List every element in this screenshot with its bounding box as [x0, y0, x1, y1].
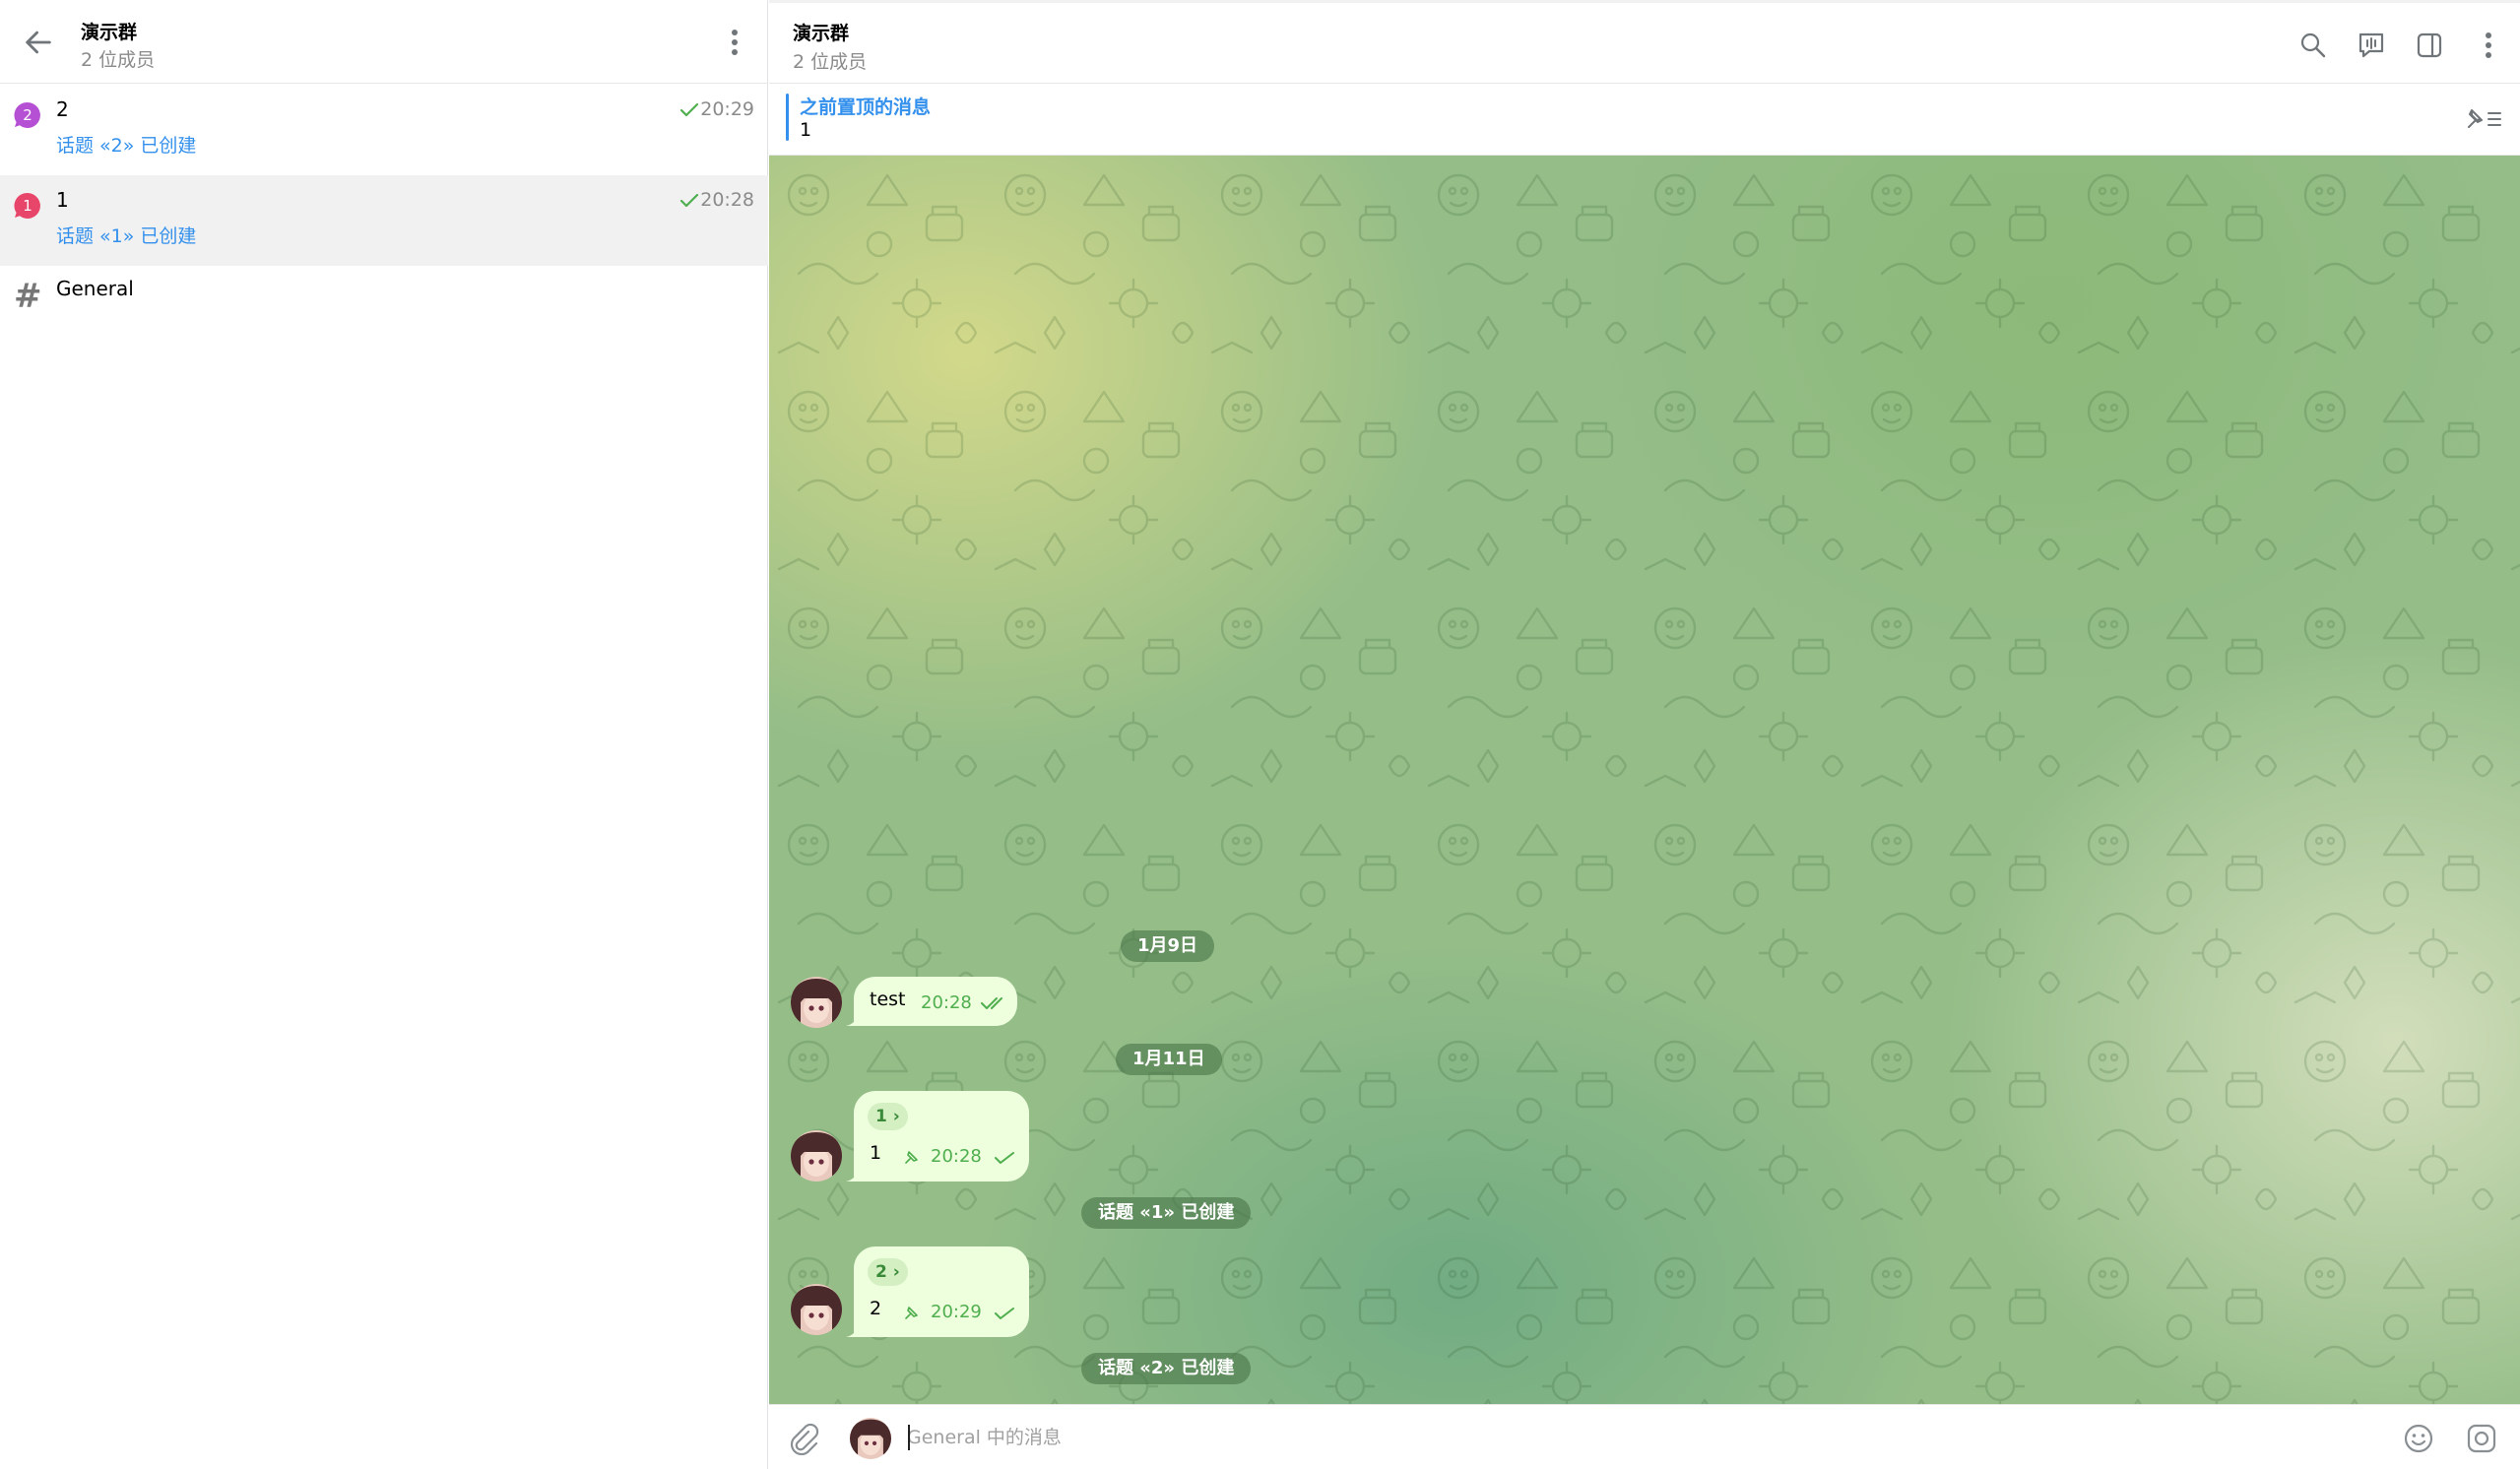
- check-icon: [995, 1152, 1014, 1164]
- chat-background: 1月9日 test 20:28 1月11日 1 › 1 20:28 话题 «1»…: [769, 156, 2520, 1404]
- bubble-tail: [846, 1012, 860, 1026]
- topic-bubble-icon: 1: [14, 192, 40, 219]
- topic-bubble-icon: 2: [14, 101, 40, 128]
- pinned-title: 之前置顶的消息: [800, 96, 932, 118]
- topic-icon-number: 1: [23, 197, 32, 215]
- check-icon: [679, 102, 699, 117]
- member-count: 2 位成员: [81, 49, 156, 71]
- topic-name: 2: [56, 97, 69, 121]
- date-divider: 1月9日: [1121, 930, 1215, 962]
- date-divider: 1月11日: [1116, 1044, 1222, 1075]
- avatar[interactable]: [791, 1284, 842, 1335]
- pin-icon: [905, 1307, 918, 1319]
- chat-member-count: 2 位成员: [793, 51, 868, 73]
- emoji-icon[interactable]: [2402, 1422, 2435, 1455]
- message-text: 1: [870, 1142, 882, 1164]
- bubble-tail: [846, 1168, 860, 1182]
- avatar[interactable]: [791, 977, 842, 1028]
- more-menu-icon[interactable]: [725, 26, 744, 59]
- topic-time: 20:28: [700, 189, 754, 211]
- avatar-image: [850, 1418, 891, 1459]
- message-bubble[interactable]: 1 › 1 20:28: [854, 1091, 1029, 1182]
- topic-item-2[interactable]: 2 2 话题 «2» 已创建 20:29: [0, 85, 768, 175]
- message-bubble[interactable]: 2 › 2 20:29: [854, 1246, 1029, 1337]
- topic-link-chip[interactable]: 2 ›: [868, 1258, 908, 1286]
- chat-panel: 演示群 2 位成员 之前置顶的消息 1 1月9日 test 20:28 1月11…: [769, 0, 2520, 1469]
- check-icon: [995, 1308, 1014, 1319]
- pinned-indicator: [786, 94, 789, 141]
- attach-icon[interactable]: [787, 1422, 820, 1455]
- chat-title[interactable]: 演示群: [793, 19, 849, 45]
- hash-icon: #: [14, 277, 42, 316]
- topic-link-chip[interactable]: 1 ›: [868, 1103, 908, 1130]
- pinned-list-icon[interactable]: [2461, 103, 2504, 133]
- topic-time: 20:29: [700, 98, 754, 120]
- avatar-image: [791, 1130, 842, 1182]
- message-text: 2: [870, 1298, 882, 1319]
- message-time: 20:28: [921, 992, 972, 1013]
- double-check-icon: [981, 997, 1002, 1009]
- bubble-tail: [846, 1323, 860, 1337]
- search-icon[interactable]: [2298, 31, 2328, 60]
- topics-panel: 演示群 2 位成员 2 2 话题 «2» 已创建 20:29 1 1 话题 «1: [0, 0, 768, 1469]
- message-bubble[interactable]: test 20:28: [854, 977, 1017, 1026]
- pinned-message-bar[interactable]: 之前置顶的消息 1: [769, 84, 2520, 156]
- camera-icon[interactable]: [2465, 1422, 2498, 1455]
- more-menu-icon[interactable]: [2479, 29, 2498, 62]
- message-composer: [769, 1404, 2520, 1469]
- text-caret: [908, 1425, 910, 1450]
- group-title: 演示群: [81, 22, 138, 43]
- topic-preview: 话题 «1» 已创建: [56, 225, 197, 247]
- message-input[interactable]: [907, 1419, 2384, 1456]
- avatar-image: [791, 977, 842, 1028]
- sidebar-toggle-icon[interactable]: [2415, 31, 2444, 60]
- avatar[interactable]: [791, 1130, 842, 1182]
- send-as-avatar[interactable]: [850, 1418, 891, 1459]
- topic-icon-number: 2: [23, 106, 32, 124]
- service-message: 话题 «2» 已创建: [1081, 1353, 1252, 1384]
- pin-icon: [905, 1151, 918, 1164]
- back-arrow-icon[interactable]: [22, 26, 55, 59]
- message-text: test: [870, 989, 906, 1010]
- check-icon: [679, 193, 699, 208]
- avatar-image: [791, 1284, 842, 1335]
- topic-item-1[interactable]: 1 1 话题 «1» 已创建 20:28: [0, 175, 768, 266]
- chat-header: 演示群 2 位成员: [769, 0, 2520, 84]
- topics-header: 演示群 2 位成员: [0, 0, 768, 84]
- message-time: 20:29: [931, 1302, 982, 1322]
- message-time: 20:28: [931, 1146, 982, 1167]
- service-message: 话题 «1» 已创建: [1081, 1197, 1252, 1229]
- topic-name: General: [56, 277, 134, 300]
- pinned-text: 1: [800, 119, 812, 141]
- wallpaper-pattern: [769, 156, 2520, 1404]
- topic-preview: 话题 «2» 已创建: [56, 135, 197, 157]
- topic-name: 1: [56, 188, 69, 212]
- video-chat-icon[interactable]: [2357, 31, 2386, 60]
